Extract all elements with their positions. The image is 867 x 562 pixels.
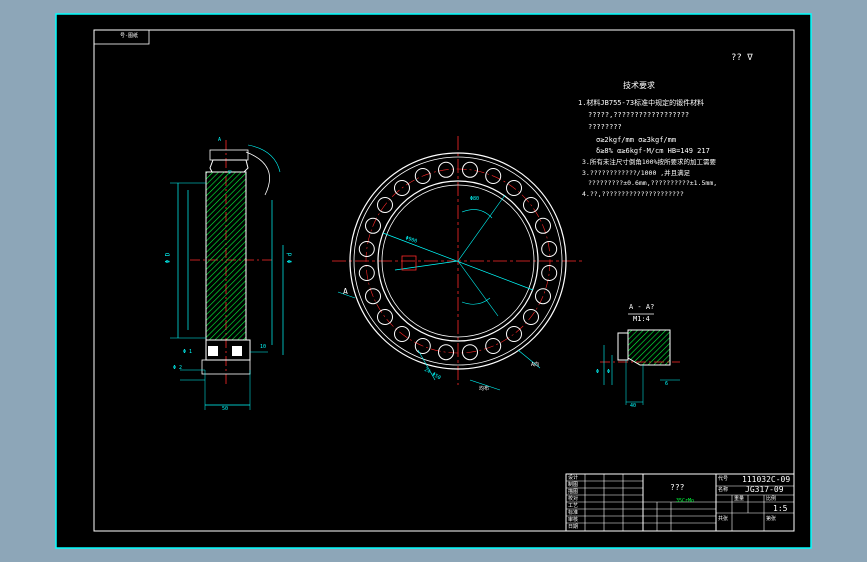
- tb-name-label: 名称: [718, 487, 729, 493]
- tech-req-line-4: σ≥2kgf/mm σ≥3kgf/mm: [596, 136, 677, 144]
- tech-req-line-6: 3.所有未注尺寸倒角100%按所要求的加工需要: [582, 158, 716, 166]
- detail-dim-label: 40: [630, 403, 637, 409]
- tb-left-row: 制图: [568, 482, 579, 488]
- left-dim-label: 50: [222, 406, 229, 412]
- tb-part-name: ???: [670, 483, 685, 492]
- tech-req-line-2: ?????,??????????????????: [588, 111, 690, 119]
- detail-dim-label: 6: [665, 381, 669, 387]
- tech-req-line-7: 3.????????????/1000 ,并且满足: [582, 168, 691, 177]
- cad-window: 号-图纸 ?? ∇ 技术要求 1.材料JB755-73标准中规定的锻件材料 ??…: [0, 0, 867, 562]
- tb-left-row: 审核: [568, 517, 579, 523]
- tb-left-row: 日期: [568, 524, 579, 530]
- left-dim-label: A: [218, 137, 222, 143]
- detail-scale: M1:4: [633, 315, 650, 323]
- center-dim-label: 均布: [479, 386, 490, 392]
- left-dim-label: Φ 1: [183, 349, 193, 355]
- tb-left-row: 描图: [568, 489, 579, 495]
- detail-title: A - A?: [629, 303, 655, 311]
- tb-drawing-no: 111032C-09: [742, 475, 791, 484]
- detail-hatch: [627, 329, 671, 366]
- center-dim-label: A向: [531, 362, 540, 368]
- tb-code-label: 代号: [718, 476, 729, 482]
- center-dim-label: Φ80: [470, 196, 480, 202]
- tb-weight-label: 重量: [734, 496, 745, 502]
- detail-dim-label: Φ: [596, 369, 600, 375]
- tech-req-line-9: 4.??,?????????????????????: [582, 189, 684, 198]
- left-dim-label: 10: [260, 344, 267, 350]
- detail-dim-label: Φ: [607, 369, 611, 375]
- stamp-box-text: 号-图纸: [120, 33, 139, 39]
- tb-left-row: 校对: [568, 496, 579, 502]
- tech-req-line-8: ?????????±0.6mm,??????????±1.5mm,: [588, 179, 718, 187]
- left-dim-label: Φ 2: [173, 365, 183, 371]
- left-dim-label: Φ d: [286, 252, 294, 264]
- center-dim-label: A: [343, 287, 348, 296]
- tech-requirements: 技术要求 1.材料JB755-73标准中规定的锻件材料 ?????,??????…: [578, 82, 793, 197]
- tb-standard-no: JG317-09: [745, 485, 784, 494]
- tb-left-row: 标准: [568, 510, 579, 516]
- left-dim-label: Φ D: [164, 252, 172, 264]
- left-dim-label: ▽: [228, 169, 232, 176]
- tech-req-line-3: ????????: [588, 123, 622, 131]
- tb-scale: 1:5: [773, 504, 788, 513]
- tech-req-title: 技术要求: [623, 81, 655, 90]
- tech-req-line-1: 1.材料JB755-73标准中规定的锻件材料: [578, 99, 705, 107]
- tech-req-line-5: δ≥8% α≥6kgf-M/cm HB=149 217: [596, 147, 710, 155]
- tb-ratio-label: 比例: [766, 496, 777, 502]
- roughness-note: ?? ∇: [731, 53, 753, 63]
- tb-sheet-label: 第张: [766, 516, 777, 522]
- body-hatch: [205, 171, 247, 341]
- tb-count-label: 共张: [718, 516, 729, 522]
- tb-left-row: 设计: [568, 475, 579, 481]
- tb-left-row: 工艺: [568, 503, 579, 509]
- tb-material: 35CrMo: [676, 498, 695, 504]
